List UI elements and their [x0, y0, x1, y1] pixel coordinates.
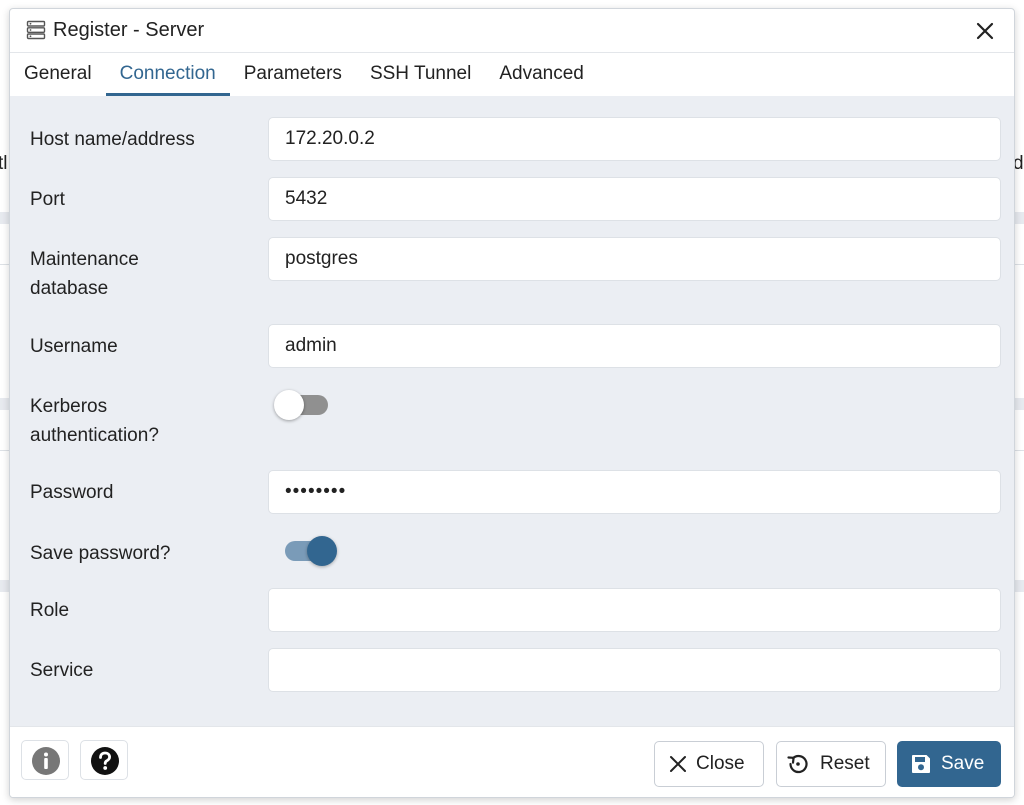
service-label: Service [30, 660, 94, 681]
info-button[interactable] [21, 740, 69, 780]
close-icon[interactable] [974, 20, 996, 42]
reset-button-label: Reset [820, 753, 870, 774]
dialog-title: Register - Server [53, 19, 205, 41]
password-input[interactable]: •••••••• [268, 470, 1001, 514]
tab-connection[interactable]: Connection [105, 54, 230, 96]
maintenance-db-input[interactable]: postgres [268, 237, 1001, 281]
port-input[interactable]: 5432 [268, 177, 1001, 221]
maintenance-db-label-line1: Maintenance [30, 249, 139, 270]
server-icon [26, 20, 46, 40]
password-label: Password [30, 482, 114, 503]
close-button[interactable]: Close [654, 741, 764, 787]
kerberos-label-line1: Kerberos [30, 396, 108, 417]
help-button[interactable] [80, 740, 128, 780]
save-password-toggle-knob [307, 536, 337, 566]
username-label: Username [30, 336, 118, 357]
role-label: Role [30, 600, 70, 621]
save-button-label: Save [941, 753, 985, 774]
help-icon [91, 747, 119, 775]
save-password-label: Save password? [30, 543, 171, 564]
register-server-dialog: Register - Server General Connection Par… [9, 8, 1015, 798]
host-label: Host name/address [30, 129, 195, 150]
service-input[interactable] [268, 648, 1001, 692]
role-input[interactable] [268, 588, 1001, 632]
tab-parameters[interactable]: Parameters [230, 54, 356, 96]
username-input[interactable]: admin [268, 324, 1001, 368]
kerberos-label: Kerberos authentication? [30, 392, 250, 450]
tab-general[interactable]: General [10, 54, 106, 96]
kerberos-toggle-knob [274, 390, 304, 420]
tab-advanced[interactable]: Advanced [485, 54, 598, 96]
port-label: Port [30, 189, 65, 210]
kerberos-toggle[interactable] [274, 390, 330, 420]
tab-bar: General Connection Parameters SSH Tunnel… [10, 54, 1014, 96]
maintenance-db-label: Maintenance database [30, 245, 250, 303]
tab-ssh-tunnel[interactable]: SSH Tunnel [356, 54, 485, 96]
save-password-toggle[interactable] [277, 536, 339, 566]
floppy-disk-icon [912, 755, 930, 773]
host-input[interactable]: 172.20.0.2 [268, 117, 1001, 161]
connection-form: Host name/address 172.20.0.2 Port 5432 M… [10, 96, 1014, 726]
close-button-label: Close [696, 753, 745, 774]
reset-icon [787, 754, 808, 774]
maintenance-db-label-line2: database [30, 278, 109, 299]
info-icon [32, 747, 60, 775]
background-text-fragment: tl [0, 153, 8, 174]
close-icon [670, 756, 686, 772]
save-button[interactable]: Save [897, 741, 1001, 787]
kerberos-label-line2: authentication? [30, 425, 159, 446]
dialog-footer: Close Reset Save [10, 726, 1014, 797]
reset-button[interactable]: Reset [776, 741, 886, 787]
dialog-titlebar: Register - Server [10, 9, 1014, 53]
